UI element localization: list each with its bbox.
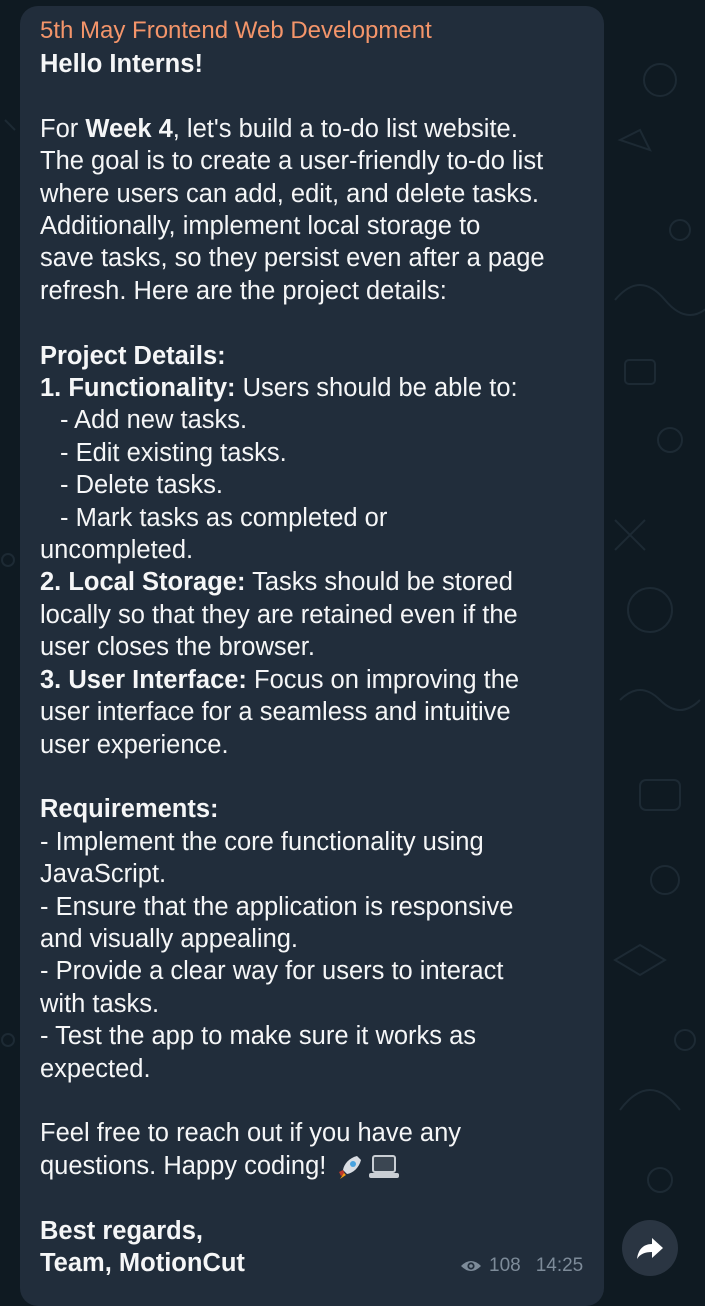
week-label: Week 4 — [85, 114, 173, 143]
storage-line: 2. Local Storage: Tasks should be stored — [40, 566, 584, 598]
functionality-item: - Add new tasks. — [60, 406, 248, 435]
closing-line-2: questions. Happy coding! — [40, 1150, 584, 1182]
laptop-emoji — [369, 1155, 400, 1179]
rocket-emoji — [339, 1156, 362, 1180]
ui-detail: user interface for a seamless and intuit… — [40, 698, 511, 727]
eye-icon — [461, 1261, 481, 1271]
greeting: Hello Interns! — [40, 50, 203, 78]
intro-line: where users can add, edit, and delete ta… — [40, 179, 539, 208]
ui-text: Focus on improving the — [246, 665, 520, 694]
requirement-line: - Ensure that the application is respons… — [40, 892, 514, 921]
intro-line-1: For Week 4, let's build a to-do list web… — [40, 113, 584, 145]
closing-line: Feel free to reach out if you have any — [40, 1119, 461, 1148]
channel-name[interactable]: 5th May Frontend Web Development — [40, 16, 584, 46]
ui-line: 3. User Interface: Focus on improving th… — [40, 664, 584, 696]
functionality-text: Users should be able to: — [235, 374, 518, 403]
requirement-line: JavaScript. — [40, 860, 167, 889]
requirement-line: - Implement the core functionality using — [40, 827, 484, 856]
requirements-heading: Requirements: — [40, 795, 219, 824]
intro-rest: , let's build a to-do list website. — [172, 114, 518, 143]
functionality-line: 1. Functionality: Users should be able t… — [40, 372, 584, 404]
intro-line: The goal is to create a user-friendly to… — [40, 147, 544, 176]
message-time: 14:25 — [535, 1255, 584, 1276]
forward-arrow-icon — [637, 1238, 663, 1259]
requirement-line: expected. — [40, 1054, 151, 1083]
storage-text: Tasks should be stored — [245, 568, 513, 597]
message-text: Hello Interns! For Week 4, let's build a… — [40, 48, 584, 1279]
ui-detail: user experience. — [40, 730, 229, 759]
requirement-line: with tasks. — [40, 989, 160, 1018]
storage-detail: locally so that they are retained even i… — [40, 600, 518, 629]
view-count: 108 — [489, 1255, 521, 1276]
intro-prefix: For — [40, 114, 86, 143]
requirement-line: - Test the app to make sure it works as — [40, 1022, 477, 1051]
signoff-line: Best regards, — [40, 1216, 203, 1245]
details-heading: Project Details: — [40, 341, 226, 370]
intro-line: Additionally, implement local storage to — [40, 212, 481, 241]
functionality-label: 1. Functionality: — [40, 374, 236, 403]
requirement-line: - Provide a clear way for users to inter… — [40, 957, 504, 986]
functionality-wrap: uncompleted. — [40, 536, 194, 565]
message-meta: 108 14:25 — [460, 1255, 583, 1277]
functionality-item: - Delete tasks. — [60, 471, 223, 500]
storage-label: 2. Local Storage: — [40, 568, 246, 597]
ui-label: 3. User Interface: — [40, 665, 247, 694]
functionality-item: - Mark tasks as completed or — [60, 503, 388, 532]
intro-line: refresh. Here are the project details: — [40, 276, 447, 305]
message-bubble: 5th May Frontend Web Development Hello I… — [20, 6, 604, 1306]
functionality-item: - Edit existing tasks. — [60, 438, 287, 467]
requirement-line: and visually appealing. — [40, 924, 299, 953]
storage-detail: user closes the browser. — [40, 633, 315, 662]
intro-line: save tasks, so they persist even after a… — [40, 244, 545, 273]
closing-text: questions. Happy coding! — [40, 1151, 327, 1180]
share-button[interactable] — [622, 1220, 678, 1276]
